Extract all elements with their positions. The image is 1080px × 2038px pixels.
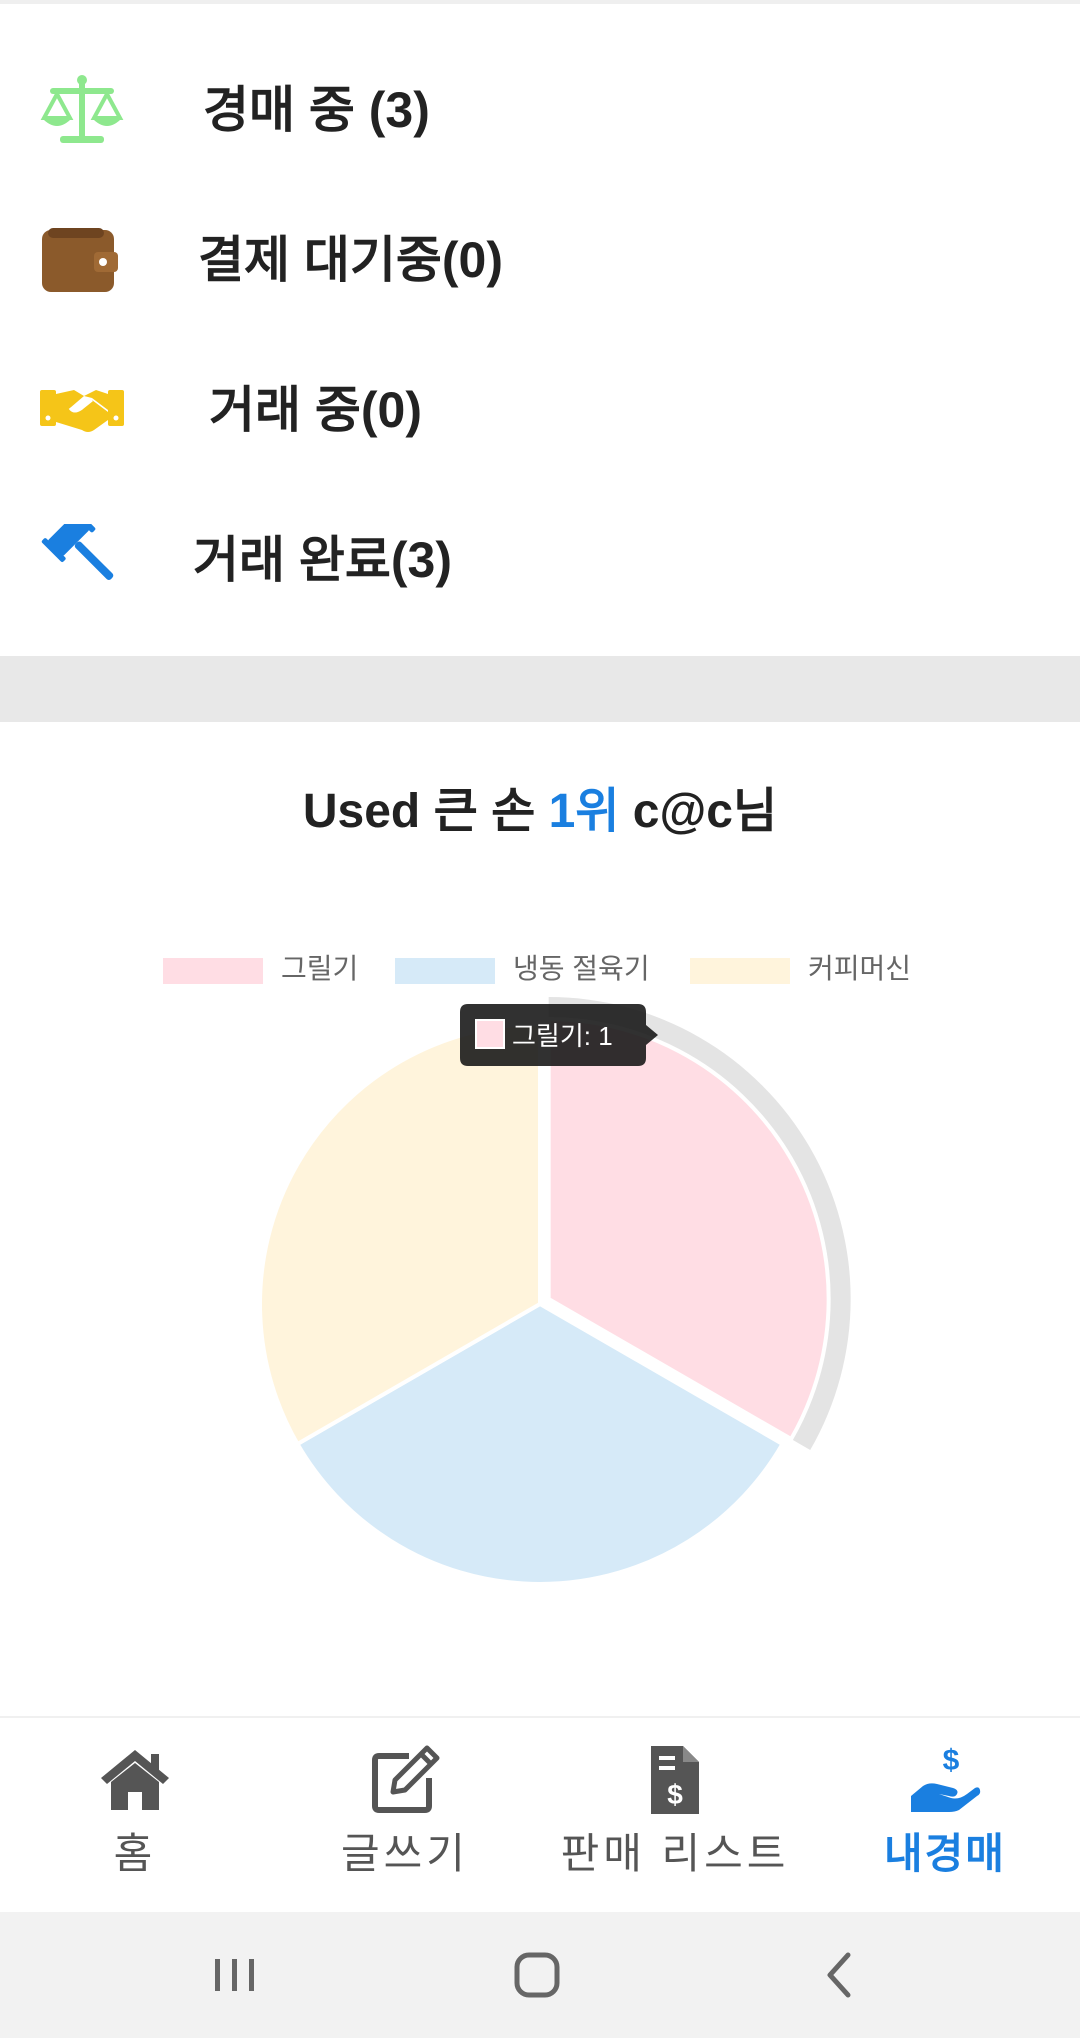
edit-icon — [369, 1744, 441, 1816]
home-icon — [99, 1744, 171, 1816]
status-label: 경매 중 (3) — [203, 82, 430, 138]
system-nav-bar — [0, 1912, 1080, 2038]
svg-text:$: $ — [943, 1744, 960, 1777]
section-divider — [0, 656, 1080, 722]
status-item-trading[interactable]: 거래 중(0) — [0, 334, 1080, 484]
recent-apps-icon[interactable] — [205, 1945, 265, 2005]
chart-section: Used 큰 손 1위 c@c님 그릴기 냉동 절육기 커피머신 그릴기: 1 — [0, 722, 1080, 1716]
status-item-auctioning[interactable]: 경매 중 (3) — [0, 34, 1080, 184]
status-label: 결제 대기중(0) — [198, 232, 503, 288]
status-item-completed[interactable]: 거래 완료(3) — [0, 484, 1080, 634]
nav-label: 판매 리스트 — [560, 1830, 790, 1877]
status-label: 거래 완료(3) — [193, 532, 452, 588]
scale-icon — [40, 74, 124, 146]
nav-label: 글쓰기 — [341, 1830, 469, 1877]
nav-label: 홈 — [113, 1830, 157, 1877]
nav-item-my-auction[interactable]: $ 내경매 — [810, 1718, 1080, 1914]
nav-label: 내경매 — [884, 1830, 1006, 1877]
status-list: 경매 중 (3) 결제 대기중(0) 거래 중(0) 거래 완료(3) — [0, 4, 1080, 656]
handshake-icon — [40, 374, 124, 446]
svg-text:$: $ — [667, 1779, 683, 1810]
status-item-payment-pending[interactable]: 결제 대기중(0) — [0, 184, 1080, 334]
wallet-icon — [40, 224, 124, 296]
nav-item-home[interactable]: 홈 — [0, 1718, 270, 1914]
gavel-icon — [40, 524, 124, 596]
status-label: 거래 중(0) — [209, 382, 422, 438]
chart-tooltip: 그릴기: 1 — [460, 1004, 658, 1066]
home-button-icon[interactable] — [507, 1945, 567, 2005]
nav-item-sales-list[interactable]: $ 판매 리스트 — [540, 1718, 810, 1914]
hand-dollar-icon: $ — [909, 1744, 981, 1816]
tooltip-swatch — [475, 1019, 505, 1049]
bottom-nav: 홈 글쓰기 $ 판매 리스트 $ 내경매 — [0, 1716, 1080, 1912]
back-icon[interactable] — [810, 1945, 870, 2005]
tooltip-text: 그릴기: 1 — [512, 1021, 613, 1051]
pie-chart[interactable]: 그릴기: 1 — [0, 722, 1080, 1716]
nav-item-write[interactable]: 글쓰기 — [270, 1718, 540, 1914]
invoice-dollar-icon: $ — [639, 1744, 711, 1816]
